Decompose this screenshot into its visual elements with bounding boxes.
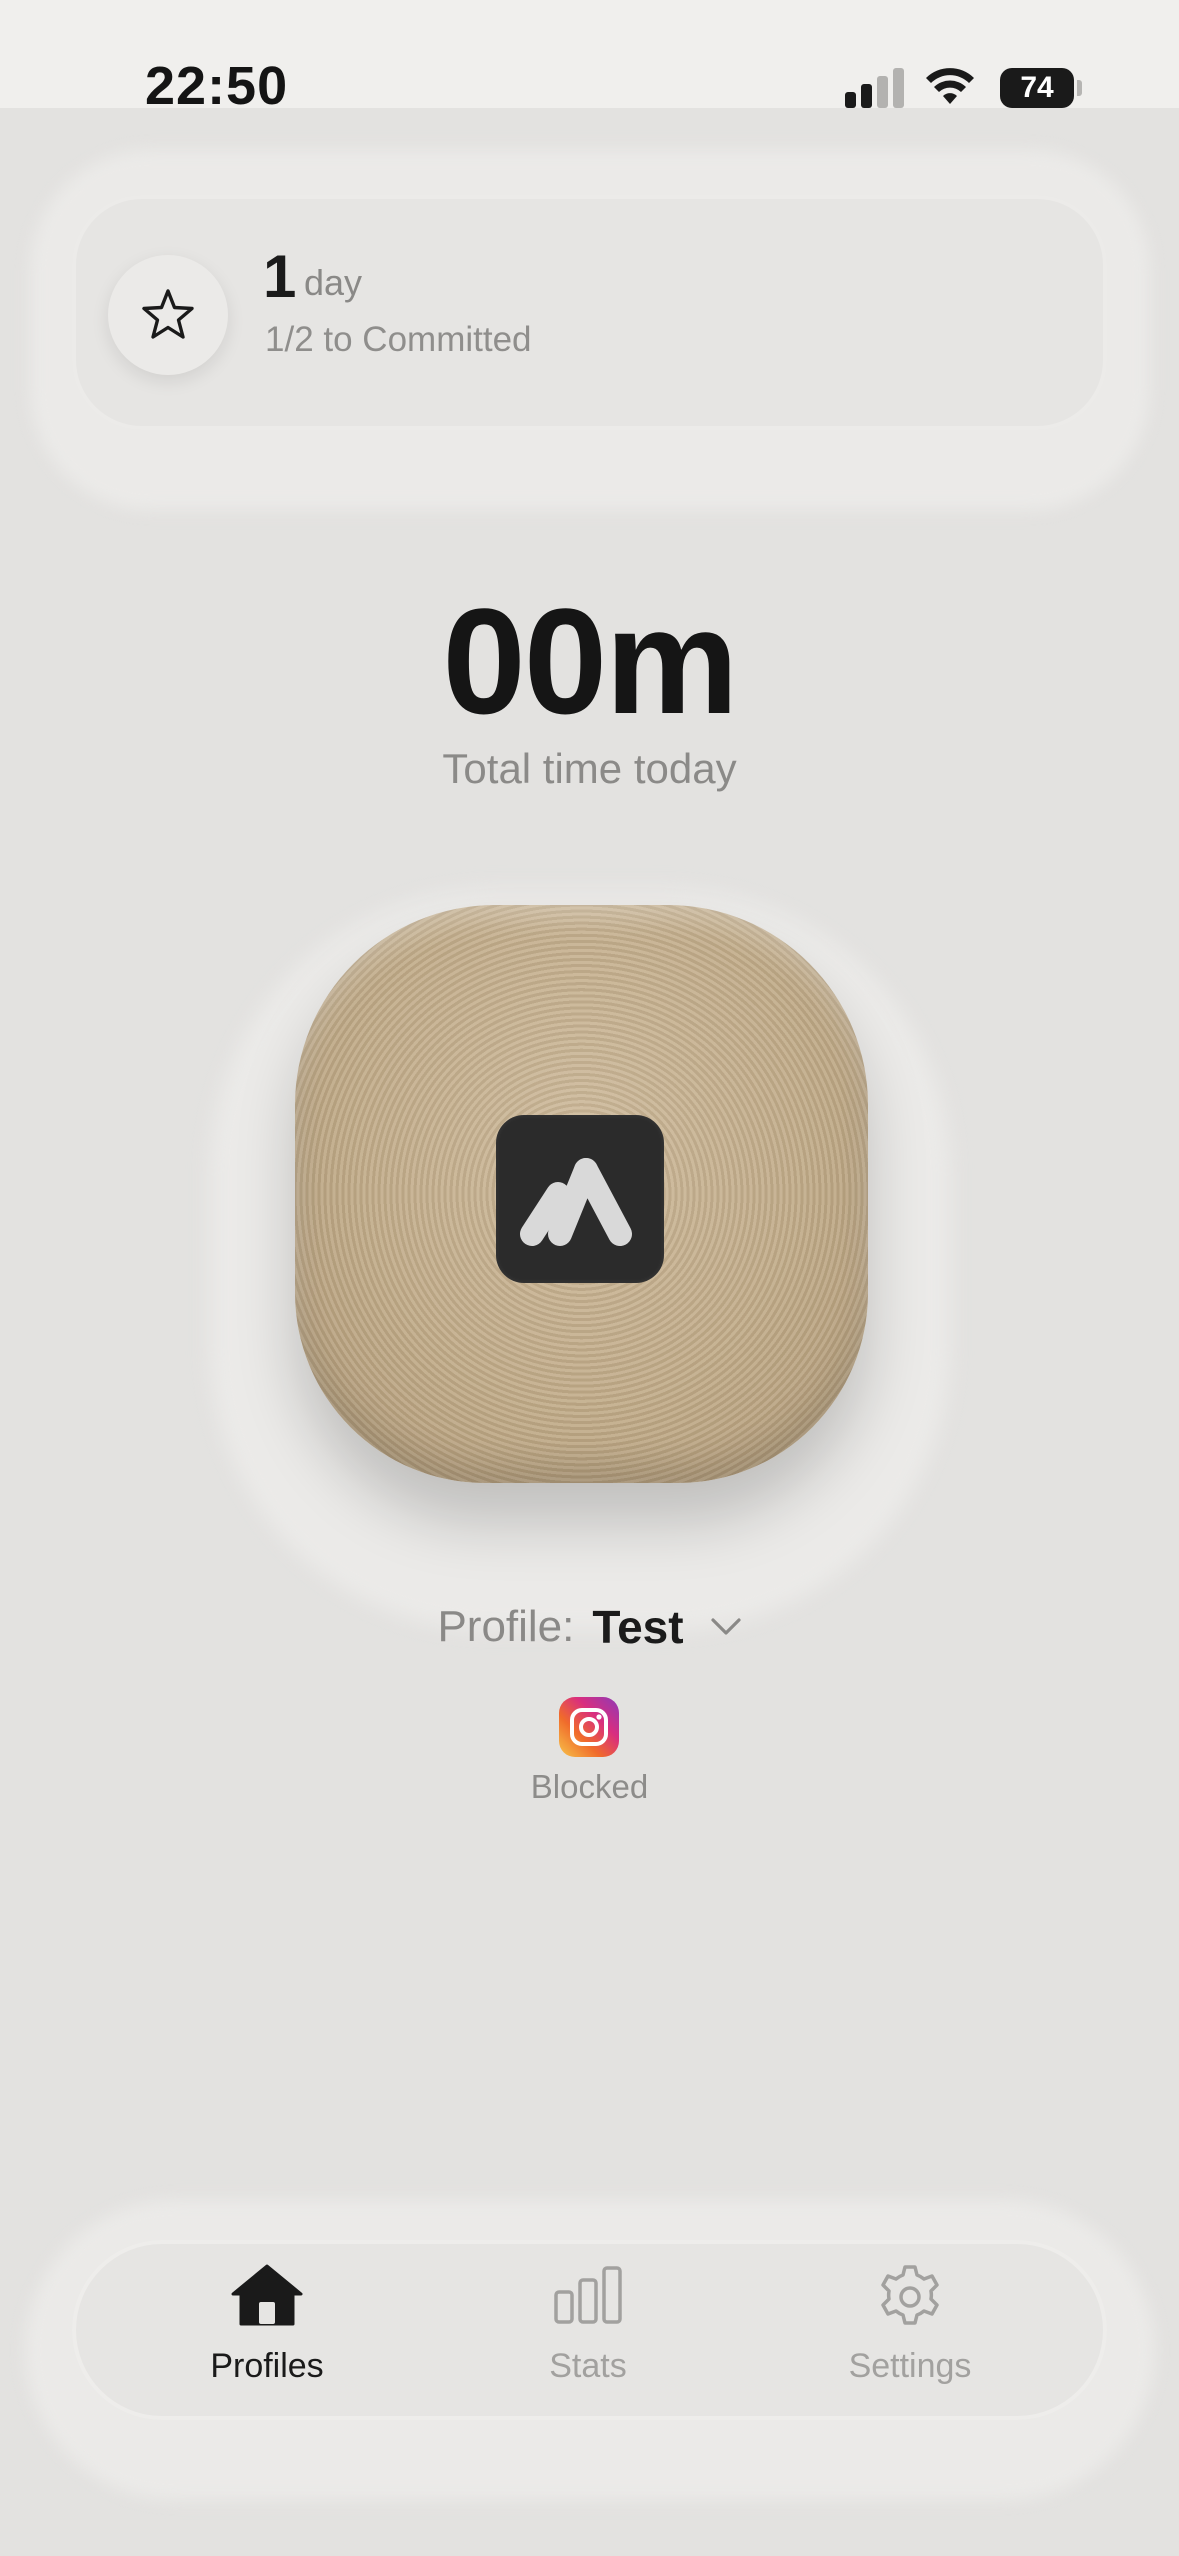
tab-stats[interactable]: Stats — [478, 2262, 698, 2402]
bar-chart-icon — [554, 2266, 622, 2324]
total-time-label: Total time today — [442, 745, 737, 792]
battery-indicator: 74 — [1000, 68, 1074, 108]
profile-selector[interactable]: Profile: Test — [0, 1600, 1179, 1654]
instagram-icon — [570, 1708, 608, 1746]
streak-count: 1 — [263, 243, 297, 310]
star-icon — [142, 289, 194, 339]
blocked-status-label: Blocked — [530, 1768, 649, 1805]
cellular-signal-icon — [845, 66, 905, 108]
battery-cap — [1077, 80, 1082, 96]
chevron-down-icon[interactable] — [710, 1616, 742, 1638]
tab-settings[interactable]: Settings — [800, 2262, 1020, 2402]
gear-icon — [881, 2265, 939, 2325]
tab-settings-label: Settings — [848, 2347, 972, 2385]
streak-progress-text: 1/2 to Committed — [265, 320, 532, 359]
profile-label: Profile: — [437, 1602, 575, 1651]
total-time-value: 00m — [442, 577, 738, 745]
streak-unit: day — [304, 262, 363, 303]
tab-profiles[interactable]: Profiles — [157, 2262, 377, 2402]
brick-logo-icon — [520, 1158, 632, 1246]
profile-value[interactable]: Test — [592, 1600, 683, 1654]
wifi-icon — [926, 68, 974, 104]
tab-stats-label: Stats — [549, 2347, 627, 2385]
battery-level: 74 — [1020, 71, 1054, 104]
house-icon — [231, 2264, 303, 2326]
status-time: 22:50 — [145, 56, 289, 116]
tab-profiles-label: Profiles — [210, 2347, 324, 2385]
